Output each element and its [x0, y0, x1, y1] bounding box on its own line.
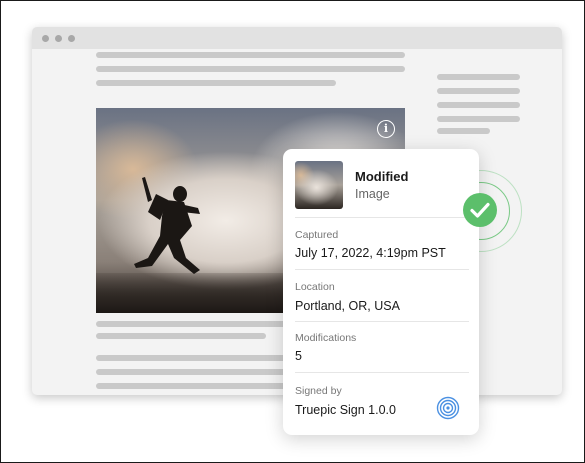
divider: [295, 217, 469, 218]
sidebar-placeholder-line: [437, 102, 520, 108]
window-dot-minimize[interactable]: [55, 35, 62, 42]
info-icon[interactable]: i: [377, 120, 395, 138]
captured-label: Captured: [295, 229, 339, 241]
window-dot-maximize[interactable]: [68, 35, 75, 42]
text-placeholder-line: [96, 80, 336, 86]
caption-placeholder-line: [96, 321, 296, 327]
modifications-label: Modifications: [295, 332, 357, 344]
modifications-value: 5: [295, 349, 302, 363]
text-placeholder-line: [96, 66, 405, 72]
divider: [295, 269, 469, 270]
fingerprint-icon[interactable]: [436, 396, 460, 420]
divider: [295, 372, 469, 373]
text-placeholder-line: [96, 355, 296, 361]
sidebar-placeholder-line: [437, 88, 520, 94]
location-label: Location: [295, 281, 335, 293]
sidebar-placeholder-line: [437, 128, 490, 134]
text-placeholder-line: [96, 383, 296, 389]
sidebar-placeholder-line: [437, 116, 520, 122]
image-thumbnail: [295, 161, 343, 209]
browser-titlebar: [32, 27, 562, 49]
card-title: Modified: [355, 169, 409, 184]
checkmark-icon: [463, 193, 497, 227]
caption-placeholder-line: [96, 333, 266, 339]
window-dot-close[interactable]: [42, 35, 49, 42]
divider: [295, 321, 469, 322]
provenance-card[interactable]: Modified Image Captured July 17, 2022, 4…: [283, 149, 479, 435]
text-placeholder-line: [96, 369, 296, 375]
location-value: Portland, OR, USA: [295, 299, 400, 313]
text-placeholder-line: [96, 52, 405, 58]
card-subtitle: Image: [355, 187, 390, 201]
sidebar-placeholder-line: [437, 74, 520, 80]
signed-by-label: Signed by: [295, 385, 342, 397]
captured-value: July 17, 2022, 4:19pm PST: [295, 246, 446, 260]
signed-by-value: Truepic Sign 1.0.0: [295, 403, 396, 417]
